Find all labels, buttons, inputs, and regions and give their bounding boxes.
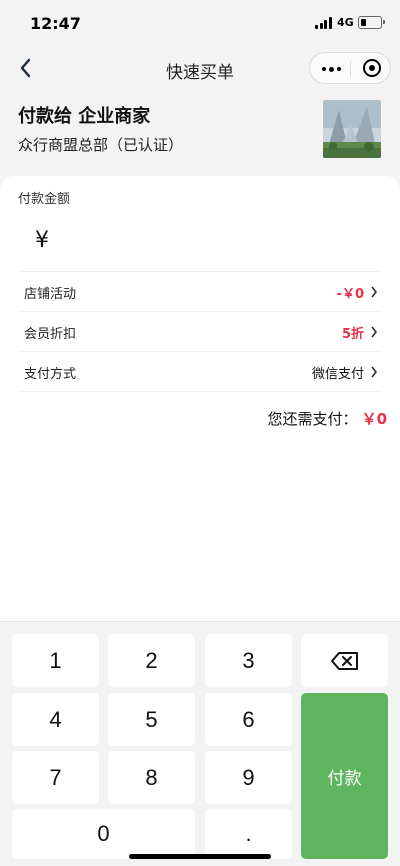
capsule-divider xyxy=(350,61,351,77)
amount-label: 付款金额 xyxy=(18,192,71,207)
mini-program-capsule xyxy=(309,52,391,84)
numeric-keypad: 1 2 3 4 5 6 7 8 9 0 . 付款 xyxy=(0,621,400,866)
pay-button[interactable]: 付款 xyxy=(301,693,388,859)
amount-input[interactable]: ¥ xyxy=(18,220,382,272)
row-value: 微信支付 xyxy=(311,367,364,382)
payment-method-row[interactable]: 支付方式 微信支付 xyxy=(18,352,382,392)
amount-due-label: 您还需支付： xyxy=(267,410,358,428)
chevron-right-icon xyxy=(371,326,377,338)
key-7[interactable]: 7 xyxy=(12,751,99,804)
close-target-icon[interactable] xyxy=(363,59,381,77)
row-value: 5折 xyxy=(341,327,364,342)
merchant-subtitle: 众行商盟总部（已认证） xyxy=(18,136,184,154)
battery-icon xyxy=(358,16,385,29)
nav-bar: 快速买单 xyxy=(0,46,400,90)
key-decimal[interactable]: . xyxy=(205,809,292,859)
key-4[interactable]: 4 xyxy=(12,693,99,746)
row-label: 会员折扣 xyxy=(24,327,77,342)
home-indicator xyxy=(129,854,271,859)
key-3[interactable]: 3 xyxy=(205,634,292,687)
amount-due: 您还需支付： ￥0 xyxy=(268,408,387,429)
status-bar: 12:47 4G xyxy=(0,0,400,46)
status-time: 12:47 xyxy=(30,14,81,33)
store-promotion-row[interactable]: 店铺活动 -￥0 xyxy=(18,272,382,312)
backspace-icon xyxy=(330,651,358,670)
key-9[interactable]: 9 xyxy=(205,751,292,804)
amount-due-value: ￥0 xyxy=(361,410,387,428)
network-label: 4G xyxy=(337,16,354,29)
merchant-thumbnail xyxy=(323,100,381,158)
key-5[interactable]: 5 xyxy=(108,693,195,746)
key-2[interactable]: 2 xyxy=(108,634,195,687)
payment-card: 付款金额 ¥ 店铺活动 -￥0 会员折扣 5折 支付方式 微信支付 您还需支付：… xyxy=(0,176,400,621)
row-value: -￥0 xyxy=(336,287,364,302)
chevron-right-icon xyxy=(371,286,377,298)
key-0[interactable]: 0 xyxy=(12,809,195,859)
key-6[interactable]: 6 xyxy=(205,693,292,746)
more-menu-icon[interactable] xyxy=(322,66,342,72)
signal-icon xyxy=(315,17,333,29)
chevron-right-icon xyxy=(371,366,377,378)
backspace-button[interactable] xyxy=(301,634,388,687)
row-label: 店铺活动 xyxy=(24,287,77,302)
merchant-title: 付款给 企业商家 xyxy=(18,106,151,127)
member-discount-row[interactable]: 会员折扣 5折 xyxy=(18,312,382,352)
row-label: 支付方式 xyxy=(24,367,77,382)
currency-symbol: ¥ xyxy=(35,228,49,253)
merchant-header: 付款给 企业商家 众行商盟总部（已认证） xyxy=(0,90,400,180)
key-8[interactable]: 8 xyxy=(108,751,195,804)
key-1[interactable]: 1 xyxy=(12,634,99,687)
